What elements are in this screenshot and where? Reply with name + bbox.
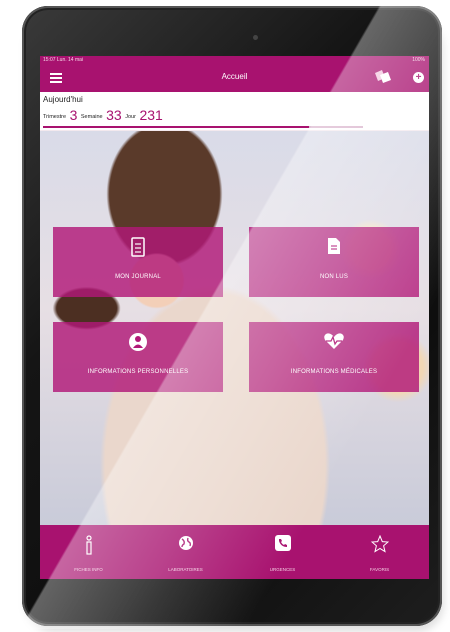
star-icon <box>370 534 389 558</box>
app-header: 15:07 Lun. 14 mai 100% Accueil + <box>40 56 429 92</box>
pregnancy-progress-bar <box>43 126 363 128</box>
tags-icon[interactable] <box>373 69 393 87</box>
day-value: 231 <box>139 107 163 123</box>
today-label: Aujourd'hui <box>43 95 83 104</box>
globe-icon <box>178 535 194 556</box>
phone-icon <box>274 535 291 556</box>
nav-label: LABORATOIRES <box>168 567 203 572</box>
tile-label: MON JOURNAL <box>115 274 161 280</box>
tile-non-lus[interactable]: NON LUS <box>249 227 419 297</box>
nav-label: FICHES INFO <box>74 567 103 572</box>
tile-label: NON LUS <box>319 274 349 280</box>
add-icon[interactable]: + <box>413 72 424 83</box>
page-title: Accueil <box>221 72 248 81</box>
tile-mon-journal[interactable]: MON JOURNAL <box>53 227 223 297</box>
journal-icon <box>131 237 145 262</box>
week-value: 33 <box>106 107 122 123</box>
tile-label: INFORMATIONS MÉDICALES <box>290 369 378 375</box>
tile-informations-personnelles[interactable]: INFORMATIONS PERSONNELLES <box>53 322 223 392</box>
nav-urgences[interactable]: URGENCES <box>234 525 331 579</box>
status-battery: 100% <box>412 57 425 63</box>
tile-label: INFORMATIONS PERSONNELLES <box>87 369 189 375</box>
tile-informations-medicales[interactable]: INFORMATIONS MÉDICALES <box>249 322 419 392</box>
status-bar: 15:07 Lun. 14 mai 100% <box>40 56 429 64</box>
trimester-value: 3 <box>69 107 78 123</box>
bottom-navigation: FICHES INFO LABORATOIRES URGENCES FAVORI… <box>40 525 429 579</box>
pregnancy-counters: Trimestre 3 Semaine 33 Jour 231 <box>43 107 165 123</box>
person-icon <box>128 332 148 357</box>
info-icon <box>85 535 93 560</box>
nav-favoris[interactable]: FAVORIS <box>331 525 428 579</box>
pregnancy-date-panel: Aujourd'hui Trimestre 3 Semaine 33 Jour … <box>40 92 429 130</box>
front-camera <box>253 35 258 40</box>
app-screen: 15:07 Lun. 14 mai 100% Accueil + Aujourd… <box>40 56 429 579</box>
document-icon <box>327 237 341 260</box>
hero-background-photo: MON JOURNAL NON LUS INFORMATIONS PERSONN… <box>40 131 429 525</box>
heartbeat-icon <box>323 332 345 355</box>
nav-fiches-info[interactable]: FICHES INFO <box>40 525 137 579</box>
day-label: Jour <box>125 114 136 120</box>
trimester-label: Trimestre <box>43 114 67 120</box>
pregnancy-progress-fill <box>43 126 309 128</box>
nav-label: FAVORIS <box>369 567 390 572</box>
status-time: 15:07 Lun. 14 mai <box>43 57 84 63</box>
nav-label: URGENCES <box>269 567 296 572</box>
week-label: Semaine <box>80 114 103 120</box>
nav-laboratoires[interactable]: LABORATOIRES <box>137 525 234 579</box>
